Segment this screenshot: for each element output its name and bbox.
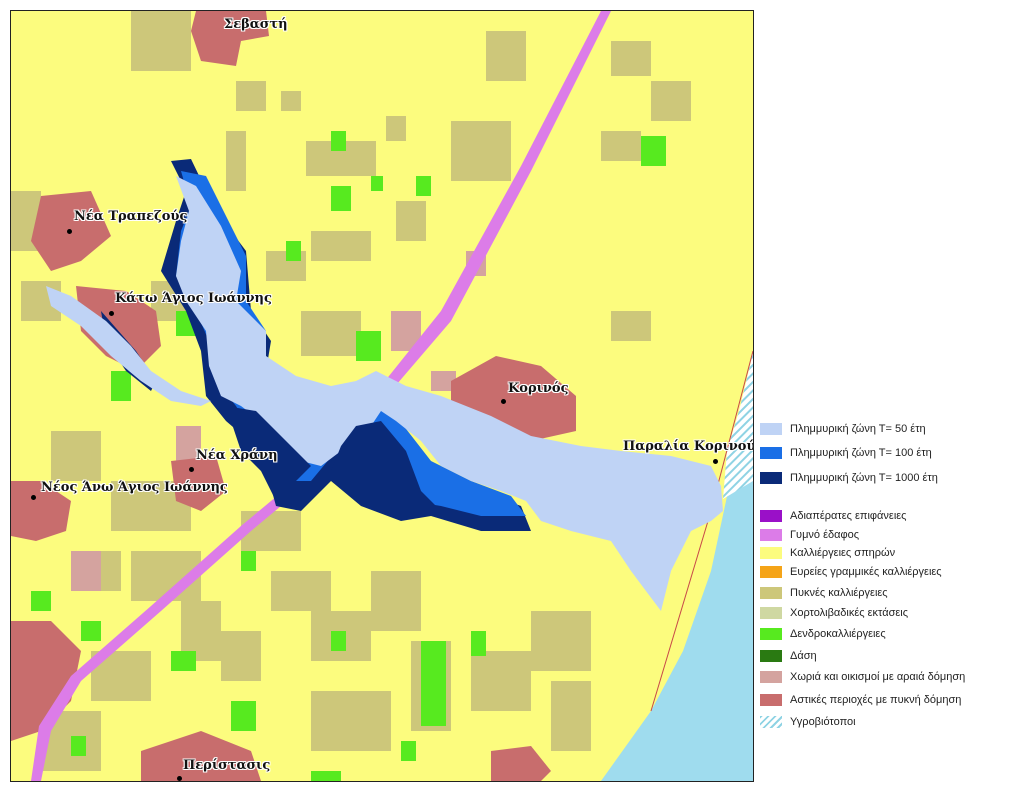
legend-swatch-forest [760,650,782,662]
legend-swatch-urban [760,694,782,706]
legend-item-wide-row-crops: Ευρείες γραμμικές καλλιέργειες [760,565,942,579]
legend-label: Δενδροκαλλιέργειες [790,628,886,640]
legend-item-grassland: Χορτολιβαδικές εκτάσεις [760,606,908,620]
legend-label: Δάση [790,650,817,662]
town-dot-nea-trapezous [67,229,72,234]
legend-label: Πλημμυρική ζώνη Τ= 50 έτη [790,423,926,435]
legend-item-flood-1000: Πλημμυρική ζώνη Τ= 1000 έτη [760,471,938,485]
legend-item-urban: Αστικές περιοχές με πυκνή δόμηση [760,693,961,707]
legend-item-villages: Χωριά και οικισμοί με αραιά δόμηση [760,670,965,684]
town-dot-korinos [501,399,506,404]
legend-item-flood-100: Πλημμυρική ζώνη Τ= 100 έτη [760,446,932,460]
town-label-korinos: Κορινός [508,381,569,396]
land-use-map [11,11,753,781]
legend-label: Χωριά και οικισμοί με αραιά δόμηση [790,671,966,683]
legend-swatch-impervious [760,510,782,522]
legend-swatch-flood-100 [760,447,782,459]
legend-item-crops: Καλλιέργειες σπηρών [760,546,895,560]
legend-label: Χορτολιβαδικές εκτάσεις [790,607,909,619]
town-label-paralia-korinou: Παραλία Κορινού [623,439,754,454]
legend-item-dense-crops: Πυκνές καλλιέργειες [760,586,888,600]
legend-item-impervious: Αδιαπέρατες επιφάνειες [760,509,906,523]
town-label-sevasti: Σεβαστή [224,17,288,32]
legend-swatch-bare-soil [760,529,782,541]
legend-label: Πλημμυρική ζώνη Τ= 100 έτη [790,447,932,459]
legend-label: Πλημμυρική ζώνη Τ= 1000 έτη [790,472,938,484]
town-dot-kato-agios-ioannis [109,311,114,316]
legend-swatch-crops [760,547,782,559]
town-dot-peristasis [177,776,182,781]
legend-swatch-flood-50 [760,423,782,435]
legend-swatch-dense-crops [760,587,782,599]
legend-swatch-tree-crops [760,628,782,640]
town-label-kato-agios-ioannis: Κάτω Άγιος Ιωάννης [115,291,272,306]
legend-label: Υγροβιότοποι [790,716,856,728]
town-label-nea-chrani: Νέα Χράνη [196,448,278,463]
town-label-peristasis: Περίστασις [183,758,271,773]
legend-item-flood-50: Πλημμυρική ζώνη Τ= 50 έτη [760,422,926,436]
legend-label: Γυμνό έδαφος [790,529,860,541]
legend-label: Πυκνές καλλιέργειες [790,587,888,599]
town-dot-nea-chrani [189,467,194,472]
town-dot-paralia-korinou [713,459,718,464]
legend-item-bare-soil: Γυμνό έδαφος [760,528,859,542]
legend-swatch-wide-row-crops [760,566,782,578]
town-dot-neos-ano-agios-ioannis [31,495,36,500]
town-label-nea-trapezous: Νέα Τραπεζούς [74,209,188,224]
legend-swatch-flood-1000 [760,472,782,484]
legend-item-wetlands: Υγροβιότοποι [760,715,856,729]
legend-swatch-villages [760,671,782,683]
legend-swatch-wetlands [760,716,782,728]
legend-label: Αδιαπέρατες επιφάνειες [790,510,907,522]
legend-label: Ευρείες γραμμικές καλλιέργειες [790,566,942,578]
legend-item-forest: Δάση [760,649,817,663]
legend-item-tree-crops: Δενδροκαλλιέργειες [760,627,886,641]
map-view[interactable]: Σεβαστή Νέα Τραπεζούς Κάτω Άγιος Ιωάννης… [10,10,754,782]
town-label-neos-ano-agios-ioannis: Νέος Άνω Άγιος Ιωάννης [41,480,228,495]
legend-label: Αστικές περιοχές με πυκνή δόμηση [790,694,962,706]
legend-label: Καλλιέργειες σπηρών [790,547,896,559]
legend-swatch-grassland [760,607,782,619]
